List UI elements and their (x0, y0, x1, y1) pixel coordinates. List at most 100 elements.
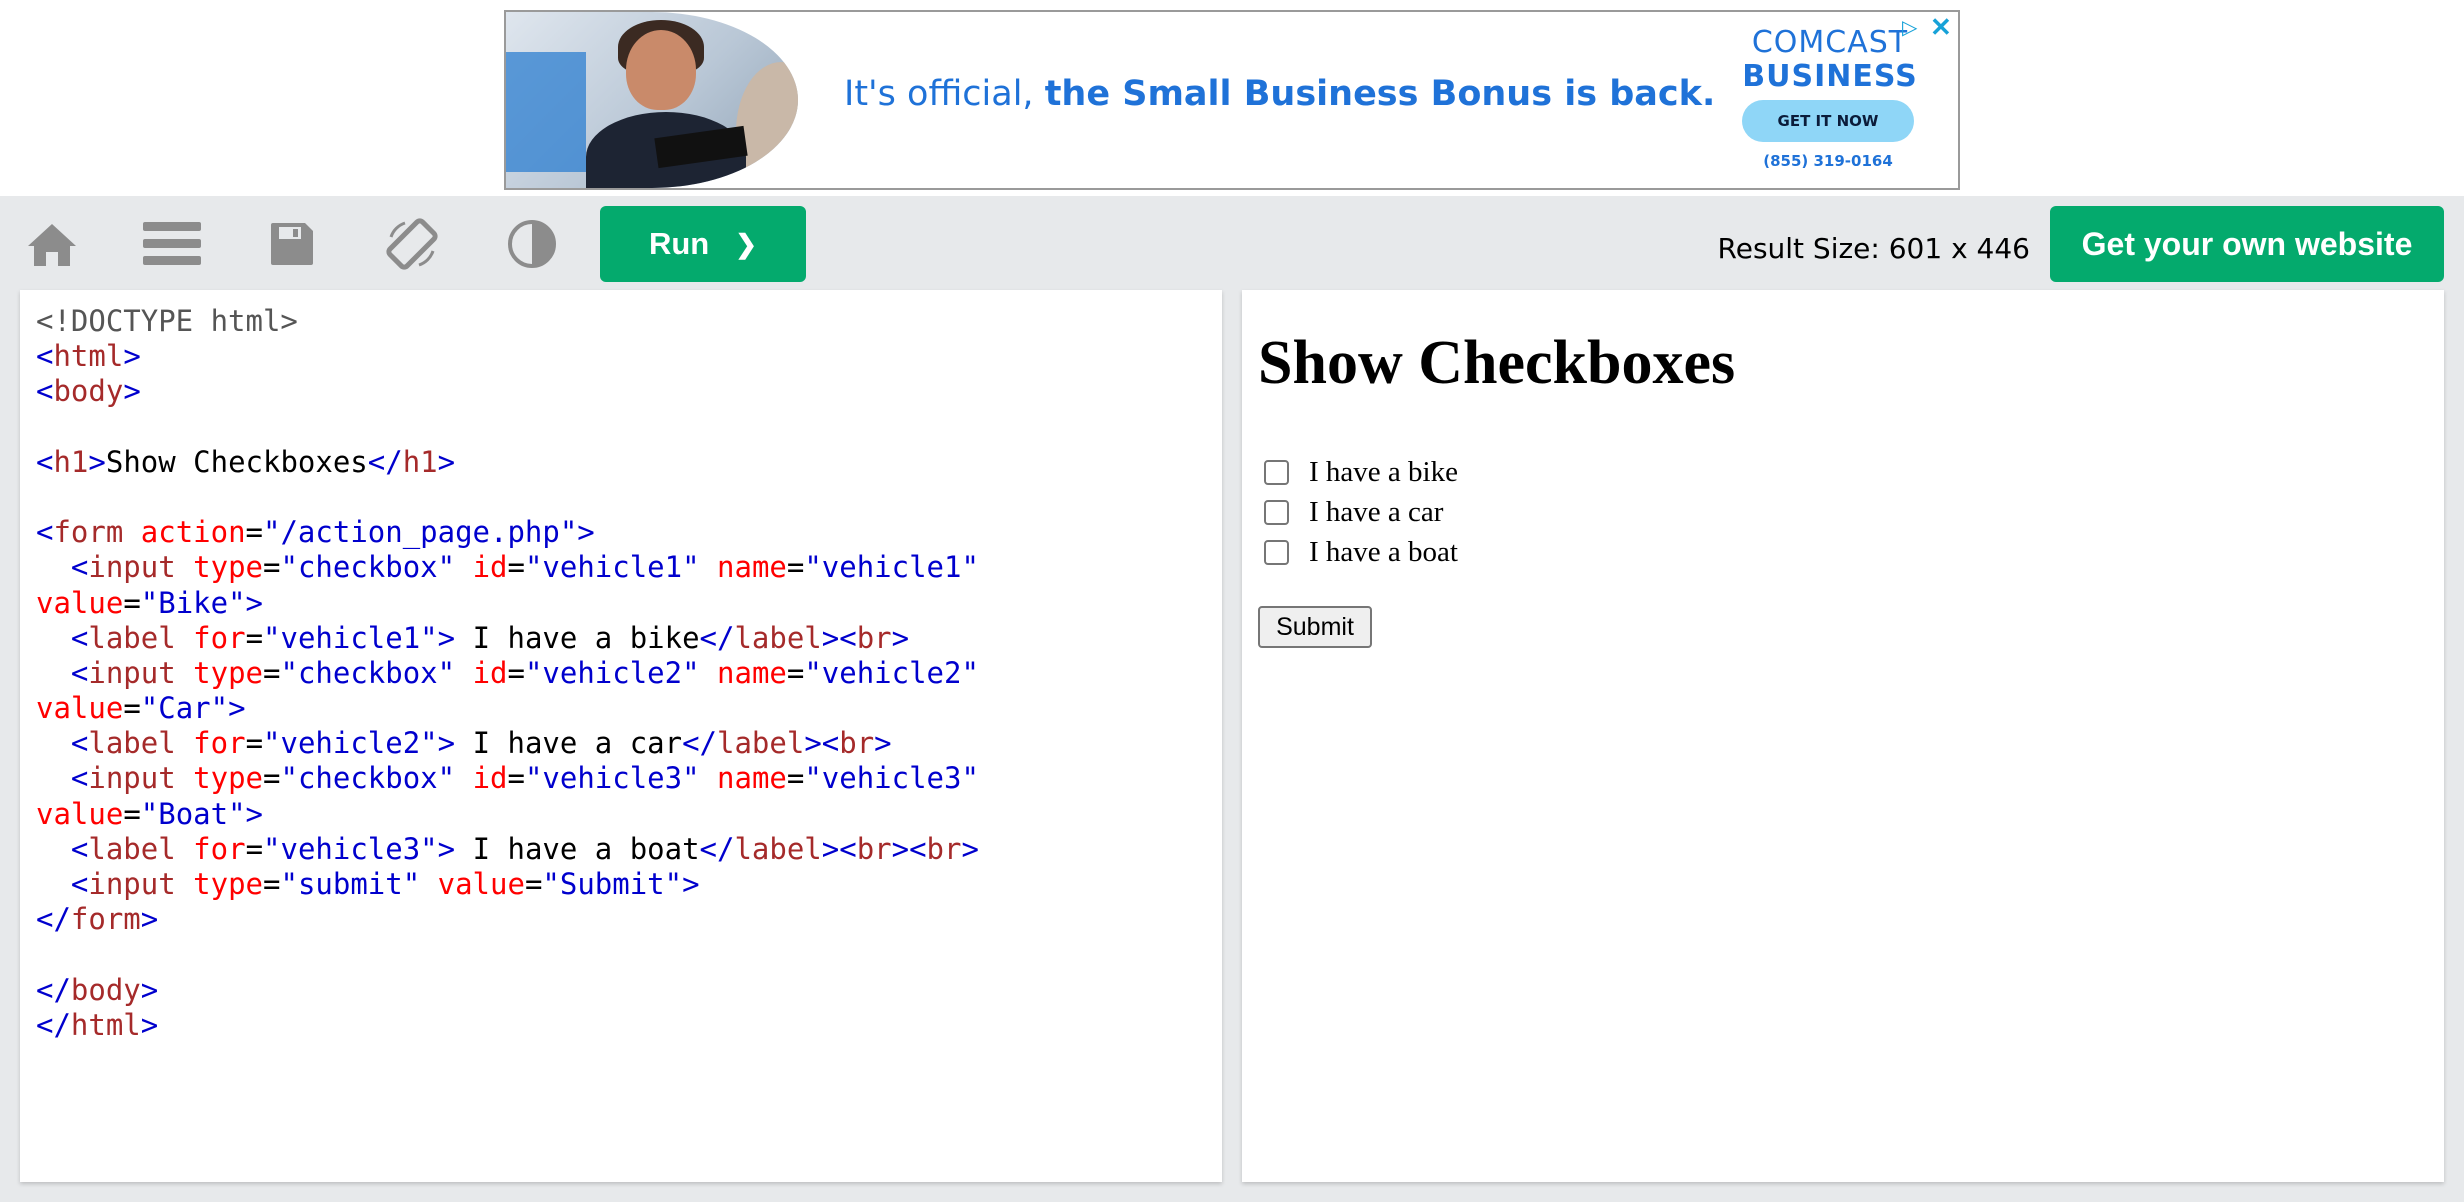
code-editor[interactable]: <!DOCTYPE html> <html> <body> <h1>Show Chec… (20, 290, 1222, 1182)
code-token-tag: label (88, 831, 176, 866)
ad-banner[interactable]: It's official, the Small Business Bonus … (504, 10, 1960, 190)
result-heading: Show Checkboxes (1258, 329, 1736, 397)
get-your-own-website-button[interactable]: Get your own website (2050, 206, 2444, 282)
vehicle3-checkbox[interactable] (1264, 539, 1289, 565)
rotate-icon[interactable] (382, 216, 442, 272)
home-icon[interactable] (22, 216, 82, 272)
code-line[interactable]: <label for="vehicle3"> I have a boat</la… (36, 832, 979, 867)
vehicle2-label[interactable]: I have a car (1309, 496, 1443, 529)
ad-headline[interactable]: It's official, the Small Business Bonus … (844, 74, 1715, 114)
code-token-br: >< (804, 726, 840, 761)
ad-close-icon[interactable]: ✕ (1930, 14, 1956, 40)
code-token-tag: body (53, 374, 124, 409)
code-token-br: < (70, 550, 89, 585)
code-token-text: I have a car (455, 726, 683, 761)
run-button-label: Run (648, 226, 710, 261)
code-token-tag: input (88, 761, 176, 796)
code-token-tag: form (53, 515, 124, 550)
code-line[interactable]: <input type="submit" value="Submit"> (36, 867, 979, 902)
code-token-br: </ (36, 902, 71, 937)
vehicle1-label[interactable]: I have a bike (1309, 456, 1458, 489)
code-line[interactable]: value="Car"> (36, 691, 979, 726)
code-line[interactable]: </body> (36, 973, 979, 1008)
ad-cta-button[interactable]: GET IT NOW (1742, 100, 1914, 142)
adchoices-icon[interactable]: ▷ (1902, 16, 1926, 40)
code-token-attr: type (193, 867, 264, 901)
code-line[interactable]: value="Bike"> (36, 586, 979, 621)
code-line[interactable]: <input type="checkbox" id="vehicle2" nam… (36, 656, 979, 691)
code-content[interactable]: <!DOCTYPE html> <html> <body> <h1>Show Chec… (36, 304, 979, 1043)
code-line[interactable]: value="Boat"> (36, 797, 979, 832)
code-token-tag: br (839, 726, 875, 761)
code-token-br: > (228, 691, 246, 726)
code-token-br: > (961, 831, 979, 866)
code-token-tag: br (856, 831, 892, 866)
code-line[interactable]: <form action="/action_page.php"> (36, 515, 979, 550)
run-button[interactable]: Run ❯ (600, 206, 806, 282)
code-token-text: = (263, 761, 281, 796)
code-line[interactable]: </html> (36, 1008, 979, 1043)
code-line[interactable]: <h1>Show Checkboxes</h1> (36, 445, 979, 480)
code-line[interactable] (36, 410, 979, 445)
code-token-attr: type (193, 761, 264, 796)
ad-photo (506, 12, 798, 188)
code-token-tag: h1 (402, 444, 438, 479)
code-token-br: </ (36, 972, 71, 1007)
vehicle3-label[interactable]: I have a boat (1309, 536, 1458, 569)
vehicle2-checkbox[interactable] (1264, 499, 1289, 525)
code-line[interactable]: <label for="vehicle2"> I have a car</lab… (36, 726, 979, 761)
code-token-br: < (70, 761, 89, 796)
ad-phone[interactable]: (855) 319-0164 (1742, 152, 1914, 170)
code-line[interactable]: <!DOCTYPE html> (36, 304, 979, 339)
code-token-br: >< (821, 831, 857, 866)
code-token-br: > (437, 831, 456, 866)
menu-icon[interactable] (142, 216, 202, 272)
code-token-attr: id (472, 761, 508, 796)
code-token-attr: id (472, 550, 508, 585)
code-token-tag: label (734, 620, 822, 655)
code-token-tag: br (856, 620, 892, 655)
contrast-icon[interactable] (502, 216, 562, 272)
code-line[interactable]: <body> (36, 374, 979, 409)
code-token-br: > (874, 726, 892, 761)
code-token-val: "Bike" (140, 585, 246, 620)
code-token-br: > (437, 620, 456, 655)
code-token-attr: value (36, 585, 124, 620)
code-token-br: </ (36, 1007, 71, 1042)
code-line[interactable]: <label for="vehicle1"> I have a bike</la… (36, 621, 979, 656)
code-token-attr: type (193, 655, 264, 690)
result-size-label: Result Size: 601 x 446 (1717, 232, 2030, 265)
code-token-br: > (123, 374, 141, 409)
vehicle1-checkbox[interactable] (1264, 459, 1289, 485)
code-token-val: "vehicle3" (804, 761, 979, 796)
submit-button[interactable]: Submit (1258, 606, 1372, 648)
ad-area: It's official, the Small Business Bonus … (0, 0, 2464, 196)
code-token-val: "vehicle3" (263, 831, 438, 866)
save-icon[interactable] (262, 216, 322, 272)
code-line[interactable] (36, 937, 979, 972)
code-token-br: < (70, 726, 89, 761)
ad-brand-logo: COMCAST BUSINESS (1742, 26, 1918, 94)
code-token-tag: html (70, 1007, 141, 1042)
code-token-text: Show Checkboxes (105, 444, 368, 479)
code-line[interactable]: </form> (36, 902, 979, 937)
result-frame[interactable]: Show Checkboxes I have a bike I have a c… (1242, 290, 2444, 1182)
chevron-right-icon: ❯ (735, 228, 758, 259)
code-line[interactable]: <input type="checkbox" id="vehicle1" nam… (36, 550, 979, 585)
code-line[interactable] (36, 480, 979, 515)
code-token-br: < (36, 515, 54, 550)
code-line[interactable]: <input type="checkbox" id="vehicle3" nam… (36, 761, 979, 796)
code-token-attr: name (717, 550, 787, 585)
code-token-attr: value (437, 867, 525, 901)
code-line[interactable]: <html> (36, 339, 979, 374)
